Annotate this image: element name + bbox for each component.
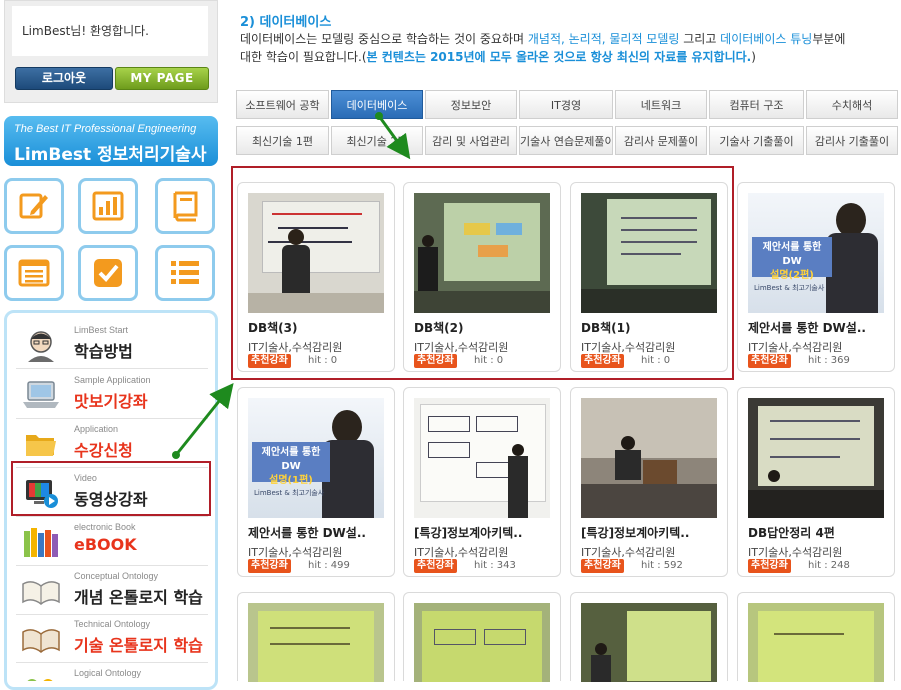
- arrow-to-selection: [172, 382, 234, 459]
- arrow-to-database-tab: [375, 112, 411, 160]
- annotation-arrows: [172, 112, 411, 459]
